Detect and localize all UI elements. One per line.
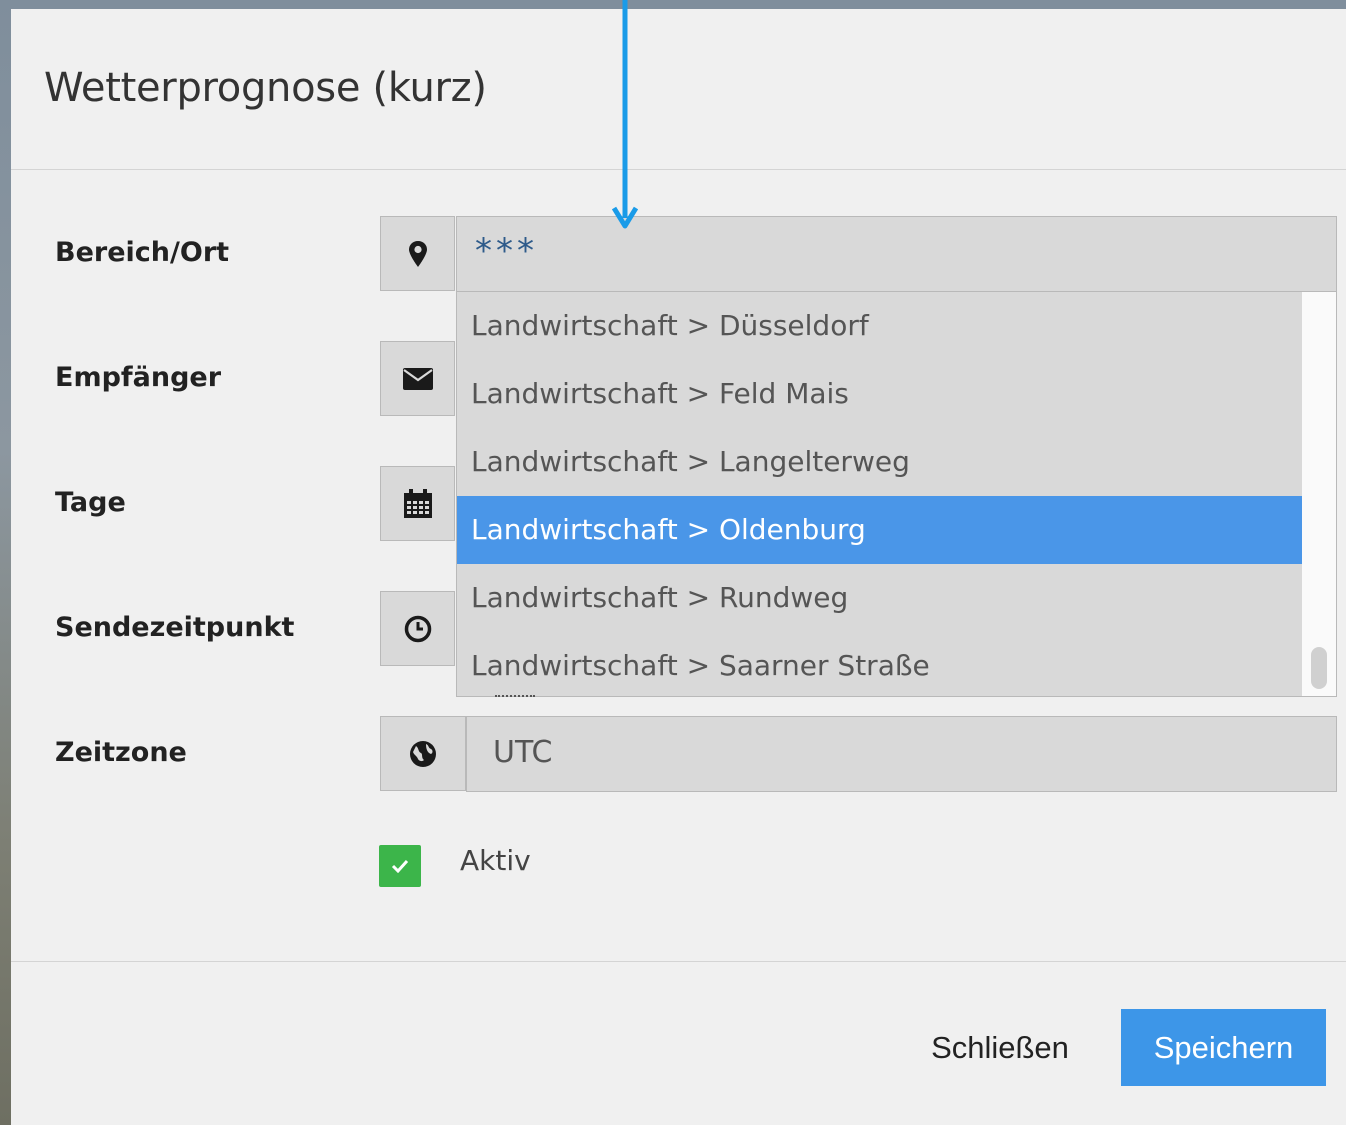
timezone-field[interactable]: UTC [466, 716, 1337, 792]
hidden-field-edge [495, 695, 535, 702]
label-recipient: Empfänger [55, 362, 222, 393]
timezone-addon [380, 716, 466, 791]
location-search-field[interactable]: *** [456, 216, 1337, 292]
active-label: Aktiv [460, 844, 531, 877]
label-send-time: Sendezeitpunkt [55, 612, 295, 643]
days-addon [380, 466, 455, 541]
annotation-arrow-icon [612, 0, 638, 229]
active-checkbox[interactable] [379, 845, 421, 887]
footer-divider [11, 961, 1346, 962]
dropdown-option-selected[interactable]: Landwirtschaft > Oldenburg [457, 496, 1302, 564]
dropdown-option[interactable]: Landwirtschaft > Rundweg [457, 564, 1302, 632]
location-dropdown-list[interactable]: Landwirtschaft > Düsseldorf Landwirtscha… [456, 291, 1337, 697]
dropdown-option[interactable]: Landwirtschaft > Düsseldorf [457, 292, 1302, 360]
recipient-addon [380, 341, 455, 416]
save-button[interactable]: Speichern [1121, 1009, 1326, 1086]
calendar-icon [403, 488, 432, 518]
dropdown-scrollbar[interactable] [1302, 292, 1336, 696]
map-marker-icon [408, 240, 427, 267]
globe-icon [410, 740, 436, 767]
envelope-icon [402, 367, 433, 390]
send-time-addon [380, 591, 455, 666]
dropdown-option[interactable]: Landwirtschaft > Saarner Straße [457, 632, 1302, 696]
location-addon [380, 216, 455, 291]
label-days: Tage [55, 487, 126, 518]
label-area-location: Bereich/Ort [55, 237, 230, 268]
modal-title: Wetterprognose (kurz) [44, 65, 487, 111]
clock-icon [404, 615, 431, 642]
dropdown-scrollbar-thumb[interactable] [1311, 647, 1327, 689]
timezone-value: UTC [493, 735, 553, 770]
checkmark-icon [391, 859, 409, 873]
dropdown-option[interactable]: Landwirtschaft > Langelterweg [457, 428, 1302, 496]
label-timezone: Zeitzone [55, 737, 187, 768]
close-button[interactable]: Schließen [915, 1013, 1085, 1083]
location-search-input-value: *** [475, 231, 538, 271]
dropdown-option[interactable]: Landwirtschaft > Feld Mais [457, 360, 1302, 428]
weather-forecast-modal: Wetterprognose (kurz) Bereich/Ort Empfän… [11, 9, 1346, 1125]
modal-header: Wetterprognose (kurz) [11, 9, 1346, 170]
